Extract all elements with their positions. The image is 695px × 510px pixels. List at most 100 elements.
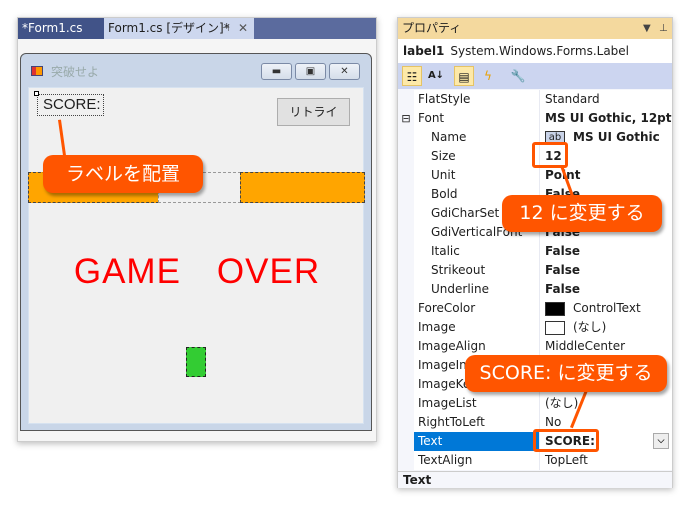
property-name[interactable]: Text (414, 432, 539, 451)
pin-icon[interactable]: ⊣ (221, 18, 230, 39)
game-over-label[interactable]: GAME OVER (29, 243, 365, 294)
gutter (398, 90, 414, 109)
property-value[interactable]: (なし) (573, 320, 606, 334)
property-row-forecolor[interactable]: ForeColor ControlText (398, 299, 672, 318)
property-value[interactable]: MS UI Gothic, 12pt (545, 111, 672, 125)
gutter (398, 432, 414, 451)
tab-label: Form1.cs* (22, 21, 83, 35)
callout-place-label: ラベルを配置 (43, 155, 203, 193)
property-name[interactable]: ImageList (414, 394, 539, 413)
property-value-cell[interactable]: Point (539, 166, 672, 185)
property-value[interactable]: MS UI Gothic (573, 130, 660, 144)
property-row-italic[interactable]: Italic False (398, 242, 672, 261)
gutter (398, 185, 414, 204)
app-icon (31, 66, 43, 76)
close-button[interactable]: ✕ (329, 63, 360, 80)
property-row-textalign[interactable]: TextAlign TopLeft (398, 451, 672, 470)
close-icon[interactable]: ✕ (238, 18, 248, 39)
property-name[interactable]: RightToLeft (414, 413, 539, 432)
property-value-cell[interactable]: ControlText (539, 299, 672, 318)
tab-form1-code[interactable]: Form1.cs* (18, 18, 104, 39)
properties-toolbar: ☷ A↓ ▤ ϟ 🔧 (398, 63, 672, 89)
property-value[interactable]: False (545, 244, 580, 258)
object-name: label1 (403, 44, 445, 58)
property-value-cell[interactable]: Standard (539, 90, 672, 109)
property-row-strikeout[interactable]: Strikeout False (398, 261, 672, 280)
callout-text-change: SCORE: に変更する (465, 355, 667, 392)
property-value[interactable]: (なし) (545, 396, 578, 410)
property-name[interactable]: Font (414, 109, 539, 128)
property-name[interactable]: Unit (414, 166, 539, 185)
property-value[interactable]: Standard (545, 92, 600, 106)
property-row-imagealign[interactable]: ImageAlign MiddleCenter (398, 337, 672, 356)
property-value[interactable]: False (545, 282, 580, 296)
object-selector[interactable]: label1 System.Windows.Forms.Label (398, 39, 672, 63)
property-name[interactable]: Name (414, 128, 539, 147)
property-row-underline[interactable]: Underline False (398, 280, 672, 299)
pin-icon[interactable]: ⊥ (659, 18, 668, 39)
property-name[interactable]: Italic (414, 242, 539, 261)
gutter (398, 451, 414, 470)
retry-button[interactable]: リトライ (277, 98, 350, 126)
property-value[interactable]: No (545, 415, 561, 429)
property-row-image[interactable]: Image (なし) (398, 318, 672, 337)
property-value[interactable]: False (545, 263, 580, 277)
document-tab-bar: Form1.cs* Form1.cs [デザイン]* ⊣ ✕ (18, 18, 376, 39)
minimize-button[interactable]: ▬ (261, 63, 292, 80)
resize-handle[interactable] (34, 91, 39, 96)
dropdown-arrow-icon[interactable]: ▼ (643, 18, 651, 39)
properties-title: プロパティ (402, 21, 462, 35)
property-value[interactable]: TopLeft (545, 453, 588, 467)
categorized-icon[interactable]: ☷ (402, 66, 422, 86)
gutter (398, 147, 414, 166)
object-type: System.Windows.Forms.Label (450, 44, 630, 58)
property-value-cell[interactable]: MS UI Gothic, 12pt (539, 109, 672, 128)
property-row-unit[interactable]: UnitPoint (398, 166, 672, 185)
form-client-area: SCORE: リトライ GAME OVER (28, 87, 365, 424)
gutter (398, 204, 414, 223)
gutter (398, 128, 414, 147)
wrench-icon[interactable]: 🔧 (508, 66, 528, 86)
block-right[interactable] (240, 172, 365, 203)
maximize-button[interactable]: ▣ (295, 63, 326, 80)
property-row-imagelist[interactable]: ImageList (なし) (398, 394, 672, 413)
alphabetical-icon[interactable]: A↓ (426, 66, 446, 86)
property-row-font[interactable]: ⊟ Font MS UI Gothic, 12pt (398, 109, 672, 128)
tab-form1-designer[interactable]: Form1.cs [デザイン]* ⊣ ✕ (104, 18, 254, 39)
property-value-cell[interactable]: (なし) (539, 394, 672, 413)
paddle[interactable] (186, 347, 206, 377)
collapse-icon[interactable]: ⊟ (398, 109, 414, 128)
property-name[interactable]: Underline (414, 280, 539, 299)
property-name[interactable]: Image (414, 318, 539, 337)
property-value-cell[interactable]: MiddleCenter (539, 337, 672, 356)
form-window: 突破せよ ▬ ▣ ✕ SCORE: リトライ GAME OVER (20, 53, 372, 431)
property-name[interactable]: ForeColor (414, 299, 539, 318)
form-title-bar: 突破せよ ▬ ▣ ✕ (21, 54, 371, 87)
gutter (398, 356, 414, 375)
property-name[interactable]: TextAlign (414, 451, 539, 470)
property-value[interactable]: MiddleCenter (545, 339, 625, 353)
property-value-cell[interactable]: TopLeft (539, 451, 672, 470)
property-value-cell[interactable]: (なし) (539, 318, 672, 337)
gutter (398, 223, 414, 242)
property-name[interactable]: FlatStyle (414, 90, 539, 109)
property-value-cell[interactable]: False (539, 280, 672, 299)
property-value-cell[interactable]: False (539, 261, 672, 280)
property-value-cell[interactable]: False (539, 242, 672, 261)
properties-panel: プロパティ ▼ ⊥ label1 System.Windows.Forms.Lab… (397, 17, 673, 488)
tab-label: Form1.cs [デザイン]* (108, 21, 230, 35)
gutter (398, 280, 414, 299)
property-name[interactable]: ImageAlign (414, 337, 539, 356)
property-value[interactable]: ControlText (573, 301, 641, 315)
property-name[interactable]: Size (414, 147, 539, 166)
gutter (398, 394, 414, 413)
color-swatch (545, 320, 565, 335)
score-label[interactable]: SCORE: (37, 94, 104, 116)
property-name[interactable]: Strikeout (414, 261, 539, 280)
property-row-flatstyle[interactable]: FlatStyle Standard (398, 90, 672, 109)
callout-size-change: 12 に変更する (502, 195, 662, 232)
gutter (398, 299, 414, 318)
properties-icon[interactable]: ▤ (454, 66, 474, 86)
chevron-down-icon[interactable]: ⌵ (653, 433, 669, 449)
events-icon[interactable]: ϟ (478, 66, 498, 86)
